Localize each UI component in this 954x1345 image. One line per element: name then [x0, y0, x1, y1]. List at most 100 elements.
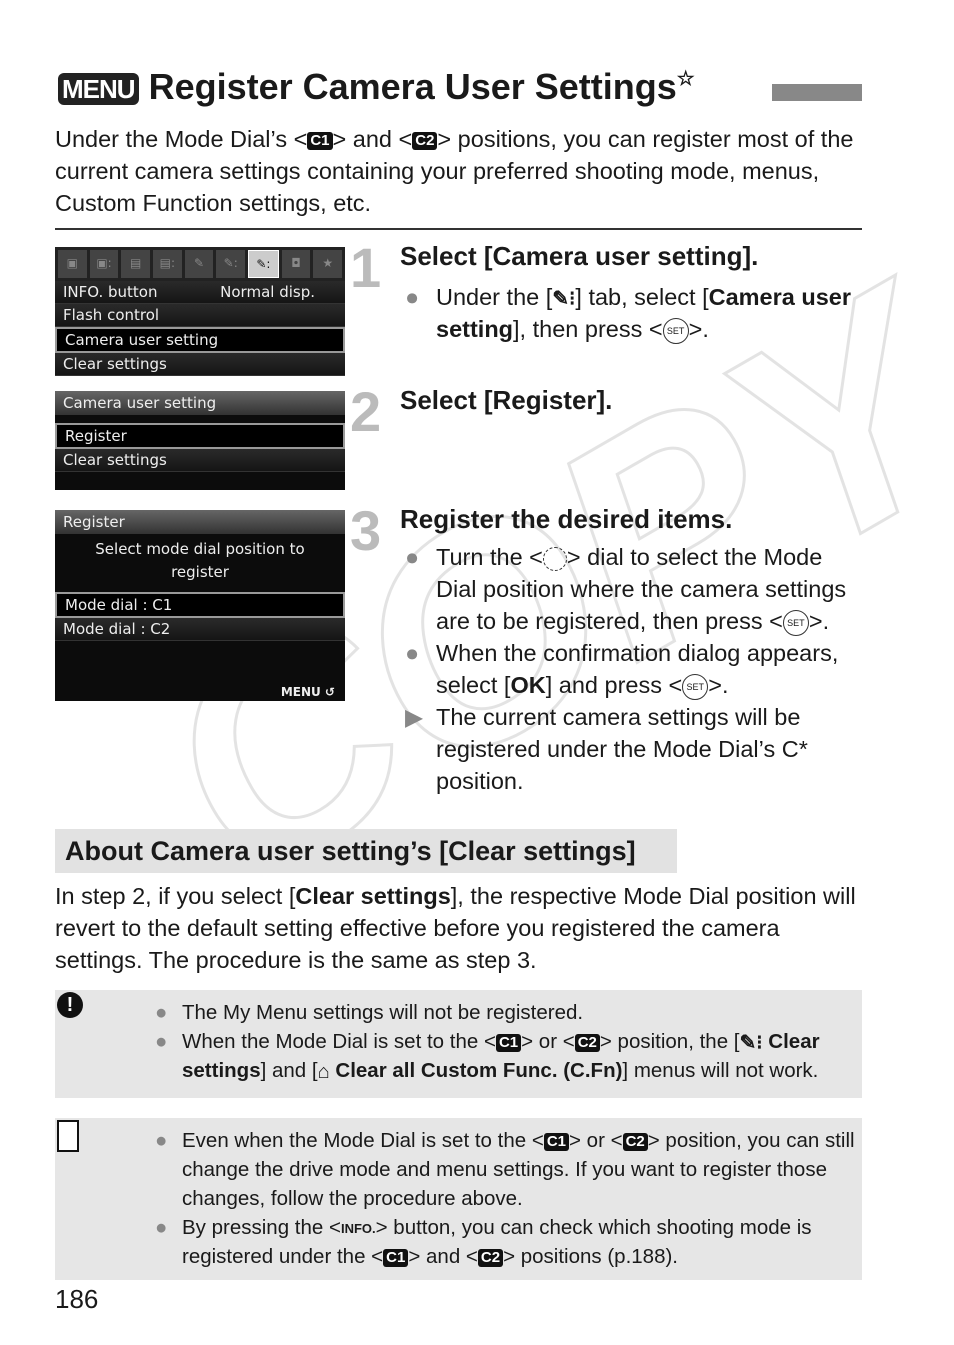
screen-cell: Camera user setting [65, 331, 219, 349]
text-run: > or < [569, 1129, 623, 1152]
step-number: 2 [350, 380, 382, 443]
text-run: > and < [332, 126, 413, 152]
screen-cell: INFO. button [63, 283, 158, 301]
text-run: OK [510, 672, 546, 698]
c2-icon: C2 [412, 131, 438, 150]
manual-page: COPY MENU Register Camera User Settings☆… [0, 0, 954, 1345]
text-run: >. [808, 608, 830, 634]
page-number: 186 [55, 1284, 99, 1314]
menu-tab: ★ [313, 250, 343, 278]
screen-cell: Normal disp. [220, 283, 315, 301]
c1-icon: C1 [495, 1033, 522, 1052]
screen-row: Clear settings [55, 449, 345, 472]
c1-icon: C1 [543, 1132, 569, 1151]
step-bullet: ● When the confirmation dialog appears, s… [405, 637, 865, 701]
text-run: > and < [408, 1245, 478, 1268]
note-icon [57, 1120, 79, 1152]
screen-row: INFO. button Normal disp. [55, 281, 345, 304]
screen-row: Flash control [55, 304, 345, 327]
screen-row: Register [55, 423, 345, 449]
screen-cell: Clear settings [63, 355, 167, 373]
menu-back-label: MENU ↺ [280, 685, 335, 699]
text-run: > position, the [ [599, 1030, 740, 1053]
text-run: ] and press < [545, 672, 683, 698]
c1-icon: C1 [307, 131, 333, 150]
c2-icon: C2 [622, 1132, 648, 1151]
menu-tab: ✎ [184, 250, 214, 278]
menu-tab: ✎: [248, 250, 279, 278]
bullet-icon: ● [155, 1129, 168, 1152]
bullet-icon: ● [155, 1001, 168, 1024]
text-run: The My Menu settings will not be registe… [182, 1001, 584, 1024]
set-button-icon: SET [782, 609, 809, 636]
menu-tabs: ▣ ▣: ▤ ▤: ✎ ✎: ✎: ◘ ★ [55, 247, 345, 281]
note-item: ● The My Menu settings will not be regist… [155, 998, 895, 1027]
screen-cell: Flash control [63, 306, 160, 324]
note-item: ● Even when the Mode Dial is set to the <… [155, 1126, 895, 1213]
text-run: Under the [ [436, 284, 553, 310]
note-box: ● Even when the Mode Dial is set to the <… [55, 1118, 862, 1280]
note-item: ● By pressing the <INFO.> button, you can… [155, 1213, 895, 1271]
lcd-screen-camera-user-setting: Camera user setting Register Clear setti… [55, 391, 345, 490]
title-text: Register Camera User Settings [148, 66, 677, 107]
screen-row: Camera user setting [55, 327, 345, 353]
caution-icon: ! [57, 992, 83, 1018]
step-number: 3 [350, 499, 382, 562]
screen-row: Mode dial : C1 [55, 592, 345, 618]
menu-tab: ▣ [58, 250, 87, 278]
section-heading: About Camera user setting’s [Clear setti… [55, 829, 683, 873]
section-paragraph: In step 2, if you select [Clear settings… [55, 880, 865, 976]
text-run: >. [708, 672, 729, 698]
c1-icon: C1 [383, 1248, 409, 1267]
page-title: MENU Register Camera User Settings☆ [58, 66, 695, 108]
main-dial-icon [542, 546, 567, 571]
menu-tab: ▤ [121, 250, 151, 278]
text-run: Under the Mode Dial’s < [55, 126, 308, 152]
star-icon: ☆ [676, 68, 695, 90]
text-run: >. [688, 316, 709, 342]
screen-row: Clear settings [55, 353, 345, 376]
text-run: ], then press < [513, 316, 663, 342]
text-run: In step 2, if you select [ [55, 883, 296, 909]
bullet-icon: ● [155, 1216, 168, 1239]
menu-tab: ◘ [281, 250, 311, 278]
text-run: Clear settings [295, 883, 451, 909]
menu-tab: ✎: [216, 250, 246, 278]
c2-icon: C2 [574, 1033, 600, 1052]
caution-box: ! ● The My Menu settings will not be regi… [55, 990, 862, 1098]
setup-tab-icon: ✎⁝ [739, 1031, 763, 1054]
step-bullet: ● Turn the < > dial to select the Mode Dia… [405, 541, 865, 637]
menu-tab: ▣: [89, 250, 119, 278]
screen-header: Register [55, 510, 345, 534]
bullet-icon: ● [405, 640, 420, 666]
text-run: Turn the < [436, 544, 543, 570]
intro-paragraph: Under the Mode Dial’s < C1 > and < C2 > posi… [55, 123, 865, 219]
step-title: Select [Register]. [400, 385, 613, 415]
text-run: The current camera settings will be regi… [436, 704, 808, 794]
text-run: > or < [521, 1030, 575, 1053]
menu-tab: ▤: [153, 250, 182, 278]
text-run: When the Mode Dial is set to the < [182, 1030, 496, 1053]
title-bar-decoration [772, 84, 862, 101]
setup-tab-icon: ✎⁝ [552, 287, 576, 310]
text-run: ] and [ [260, 1059, 318, 1082]
info-button-icon: INFO. [340, 1220, 376, 1236]
c2-icon: C2 [477, 1248, 504, 1267]
text-run: > positions (p.188). [503, 1245, 678, 1268]
note-item: ● When the Mode Dial is set to the < C1 > o… [155, 1027, 895, 1085]
set-button-icon: SET [682, 673, 709, 700]
custom-functions-icon: ⌂ [317, 1060, 330, 1083]
bullet-icon: ● [155, 1030, 168, 1053]
lcd-screen-register: Register Select mode dial position to re… [55, 510, 345, 701]
menu-icon: MENU [58, 73, 139, 106]
lcd-screen-setup-menu: ▣ ▣: ▤ ▤: ✎ ✎: ✎: ◘ ★ INFO. button Normal disp. Fl… [55, 247, 345, 376]
text-run: Clear all Custom Func. (C.Fn) [329, 1059, 623, 1082]
step-title: Select [Camera user setting]. [400, 241, 759, 271]
screen-row: Mode dial : C2 [55, 618, 345, 641]
step-bullet: ● Under the [✎⁝] tab, select [Camera user… [405, 281, 865, 345]
text-run: By pressing the < [182, 1216, 341, 1239]
step-number: 1 [350, 236, 382, 299]
step-bullet: ▶ The current camera settings will be reg… [405, 701, 865, 797]
screen-prompt: Select mode dial position to register [95, 540, 305, 581]
divider [55, 228, 862, 230]
